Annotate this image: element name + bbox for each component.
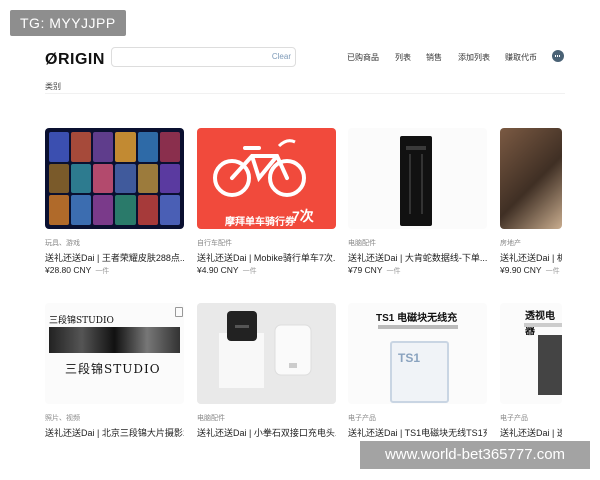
ts1-title-text: TS1 电磁块无线充: [376, 313, 458, 324]
product-card[interactable]: 透视电器 电子产品 送礼还送Dai | 透: [500, 303, 562, 443]
clear-button[interactable]: Clear: [272, 52, 291, 61]
cable-image: [400, 136, 432, 226]
room-image: [500, 128, 562, 229]
product-price-line: ¥4.90 CNY 一件: [197, 265, 257, 276]
product-price-line: ¥79 CNY 一件: [348, 265, 401, 276]
product-image[interactable]: [348, 128, 487, 229]
product-unit: 一件: [545, 268, 560, 275]
product-image[interactable]: 透视电器: [500, 303, 562, 404]
product-title[interactable]: 送礼还送Dai | Mobike骑行单车7次...: [197, 251, 336, 264]
bookmark-icon[interactable]: [175, 307, 183, 317]
product-price: ¥28.80 CNY: [45, 265, 92, 275]
product-title[interactable]: 送礼还送Dai | TS1电磁块无线TS1充电...: [348, 426, 487, 439]
nav-item-purchased[interactable]: 已购商品: [347, 52, 379, 63]
tech-title-text: 透视电器: [525, 311, 555, 337]
product-category: 自行车配件: [197, 240, 232, 247]
voucher-badge: 7次: [292, 208, 314, 224]
watermark-banner: www.world-bet365777.com: [360, 441, 590, 469]
product-image[interactable]: 摩拜单车骑行券 7次: [197, 128, 336, 229]
product-price: ¥79 CNY: [348, 265, 383, 275]
product-price-line: ¥28.80 CNY 一件: [45, 265, 109, 276]
product-category: 照片、视频: [45, 415, 80, 422]
divider: [45, 93, 565, 94]
product-category: 房地产: [500, 240, 521, 247]
product-title[interactable]: 送礼还送Dai | 北京三段锦大片摄影1...: [45, 426, 184, 439]
ts1-device: TS1: [390, 341, 449, 403]
game-skins-image: [45, 128, 184, 229]
product-image[interactable]: 三段锦STUDIO 三段锦STUDIO: [45, 303, 184, 404]
product-image[interactable]: TS1 电磁块无线充 TS1: [348, 303, 487, 404]
product-title[interactable]: 送礼还送Dai | 王者荣耀皮肤288点...: [45, 251, 184, 264]
bicycle-icon: [213, 139, 306, 197]
category-label[interactable]: 类别: [45, 81, 61, 92]
logo[interactable]: ØRIGIN: [45, 51, 105, 69]
voucher-text: 摩拜单车骑行券: [225, 217, 295, 228]
chat-icon[interactable]: [552, 50, 564, 62]
product-price-line: ¥9.90 CNY 一件: [500, 265, 560, 276]
product-image[interactable]: [45, 128, 184, 229]
ts1-feature-line: [378, 325, 458, 329]
product-unit: 一件: [386, 268, 401, 275]
charger-image: [197, 303, 336, 404]
tech-feature-line: [524, 323, 562, 327]
tg-tag-badge: TG: MYYJJPP: [10, 10, 126, 36]
site-header: ØRIGIN Clear 已购商品 列表 销售 添加列表 赚取代币: [0, 42, 600, 78]
bike-voucher-image: 摩拜单车骑行券 7次: [197, 128, 336, 229]
nav-item-sell[interactable]: 销售: [426, 52, 442, 63]
product-image[interactable]: [500, 128, 562, 229]
product-unit: 一件: [95, 268, 110, 275]
product-title[interactable]: 送礼还送Dai | 小拳石双接口充电头...: [197, 426, 336, 439]
product-category: 电子产品: [500, 415, 528, 422]
product-title[interactable]: 送礼还送Dai | 透: [500, 426, 562, 439]
search-input[interactable]: [118, 50, 272, 66]
tech-device: [538, 335, 562, 395]
product-title[interactable]: 送礼还送Dai | 大肯蛇数据线-下单...: [348, 251, 487, 264]
studio-title-text: 三段锦STUDIO: [65, 362, 161, 376]
search-bar[interactable]: Clear: [111, 47, 296, 67]
product-unit: 一件: [242, 268, 257, 275]
product-category: 电脑配件: [197, 415, 225, 422]
product-price: ¥9.90 CNY: [500, 265, 542, 275]
nav-item-add-listing[interactable]: 添加列表: [458, 52, 490, 63]
product-category: 电子产品: [348, 415, 376, 422]
product-title[interactable]: 送礼还送Dai | 机: [500, 251, 562, 264]
product-card[interactable]: 房地产 送礼还送Dai | 机 ¥9.90 CNY 一件: [500, 128, 562, 288]
studio-logo-text: 三段锦STUDIO: [49, 316, 114, 326]
nav-item-list[interactable]: 列表: [395, 52, 411, 63]
nav-item-earn-tokens[interactable]: 赚取代币: [505, 52, 537, 63]
product-image[interactable]: [197, 303, 336, 404]
product-category: 玩具、游戏: [45, 240, 80, 247]
photo-strip: [49, 327, 180, 353]
product-category: 电脑配件: [348, 240, 376, 247]
product-price: ¥4.90 CNY: [197, 265, 239, 275]
